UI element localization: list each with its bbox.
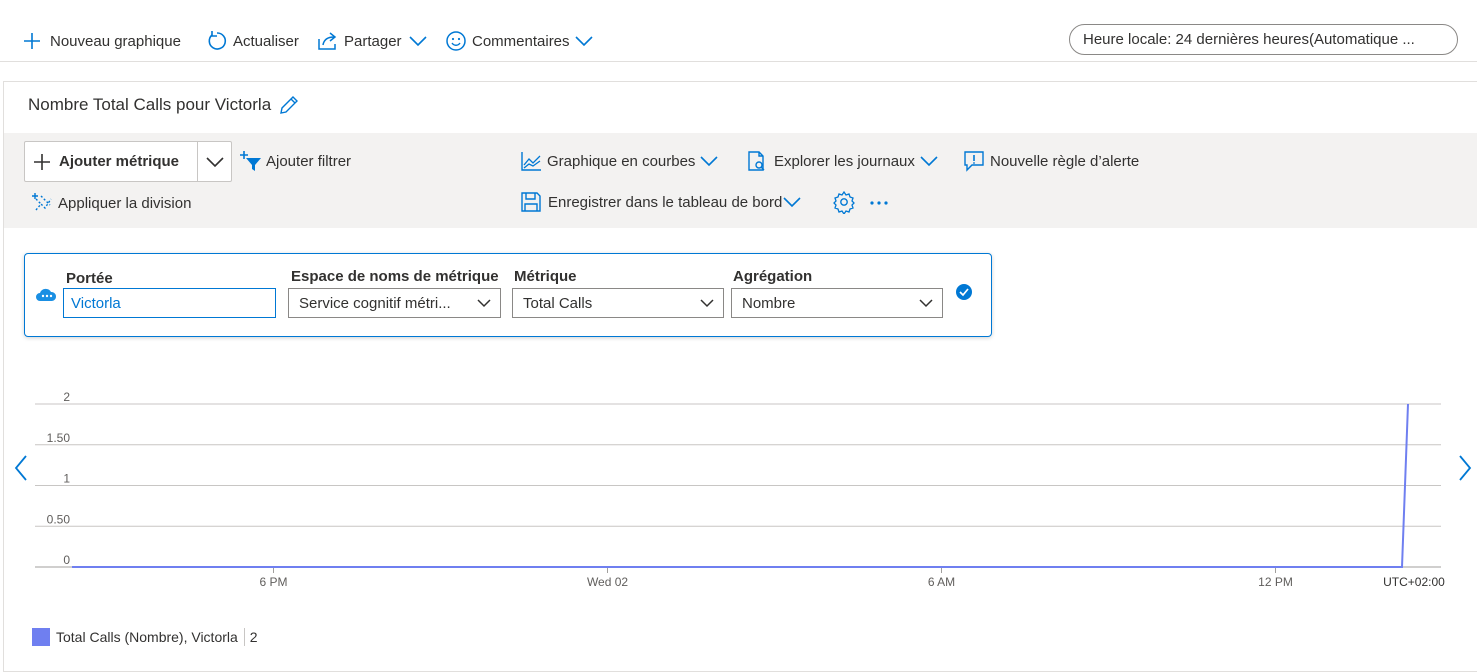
scope-input[interactable]: Victorla — [63, 288, 276, 318]
legend-swatch — [32, 628, 50, 646]
y-tick-label: 1.50 — [47, 431, 71, 445]
new-chart-label: Nouveau graphique — [50, 32, 181, 50]
x-tick-label: 6 PM — [260, 575, 288, 589]
time-range-label: Heure locale: 24 dernières heures(Automa… — [1083, 31, 1415, 48]
new-alert-rule-label: Nouvelle règle d’alerte — [990, 152, 1140, 170]
save-icon — [521, 192, 541, 212]
namespace-dropdown[interactable]: Service cognitif métri... — [288, 288, 501, 318]
plus-icon — [24, 33, 40, 49]
metric-selector: Portée Victorla Espace de noms de métriq… — [24, 253, 992, 337]
y-tick-label: 2 — [63, 390, 70, 404]
metric-label: Métrique — [514, 268, 577, 285]
chevron-down-icon — [783, 197, 801, 208]
settings-button[interactable] — [832, 190, 856, 214]
scope-value: Victorla — [71, 294, 121, 312]
metric-dropdown[interactable]: Total Calls — [512, 288, 724, 318]
add-metric-split-button: Ajouter métrique — [24, 141, 232, 182]
scope-label: Portée — [66, 270, 113, 287]
y-tick-label: 1 — [63, 472, 70, 486]
command-bar: Nouveau graphique Actualiser Partager Co… — [0, 0, 1477, 62]
y-tick-label: 0 — [63, 553, 70, 567]
chevron-down-icon — [408, 36, 427, 47]
save-dashboard-button[interactable]: Enregistrer dans le tableau de bord — [520, 190, 802, 214]
feedback-label: Commentaires — [472, 32, 570, 50]
namespace-value: Service cognitif métri... — [299, 294, 451, 312]
cognitive-service-icon — [36, 288, 57, 301]
alert-icon — [964, 151, 984, 172]
legend-divider — [243, 628, 245, 646]
chart-title: Nombre Total Calls pour Victorla — [28, 94, 300, 116]
time-range-picker[interactable]: Heure locale: 24 dernières heures(Automa… — [1069, 24, 1458, 55]
more-options-button[interactable] — [868, 190, 890, 214]
edit-pencil-icon[interactable] — [278, 94, 300, 116]
new-chart-button[interactable]: Nouveau graphique — [22, 28, 181, 54]
metric-chart: 0 0.50 1 1.50 2 6 PM Wed 02 6 AM 12 PM UTC+02:00 — [35, 390, 1445, 589]
chevron-down-icon — [574, 36, 593, 47]
metric-value: Total Calls — [523, 294, 593, 312]
chevron-down-icon — [700, 156, 719, 167]
add-filter-label: Ajouter filtrer — [266, 152, 352, 170]
apply-split-button[interactable]: Appliquer la division — [32, 191, 191, 215]
confirm-check-icon[interactable] — [955, 283, 973, 301]
line-chart-button[interactable]: Graphique en courbes — [520, 149, 719, 173]
legend-series-value: 2 — [249, 629, 258, 645]
chart-legend[interactable]: Total Calls (Nombre), Victorla 2 — [32, 628, 258, 646]
chevron-down-icon — [700, 299, 714, 308]
chevron-down-icon — [919, 299, 933, 308]
share-label: Partager — [344, 32, 402, 50]
gear-icon — [833, 190, 855, 214]
share-icon — [318, 32, 337, 50]
logs-icon — [748, 151, 765, 171]
legend-series-label: Total Calls (Nombre), Victorla — [56, 629, 238, 645]
namespace-label: Espace de noms de métrique — [291, 268, 499, 285]
explore-logs-label: Explorer les journaux — [774, 152, 915, 170]
save-dashboard-label: Enregistrer dans le tableau de bord — [548, 193, 783, 211]
split-icon — [32, 193, 52, 211]
x-tick-label: Wed 02 — [587, 575, 628, 589]
apply-split-label: Appliquer la division — [58, 194, 192, 212]
refresh-label: Actualiser — [233, 32, 299, 50]
add-metric-dropdown[interactable] — [198, 142, 231, 181]
add-metric-button[interactable]: Ajouter métrique — [25, 142, 198, 181]
aggregation-label: Agrégation — [733, 268, 813, 285]
plus-icon — [34, 153, 50, 170]
aggregation-value: Nombre — [742, 294, 796, 312]
explore-logs-button[interactable]: Explorer les journaux — [746, 149, 939, 173]
refresh-icon — [208, 31, 227, 50]
refresh-button[interactable]: Actualiser — [206, 28, 299, 54]
x-tick-label: 6 AM — [928, 575, 955, 589]
chevron-down-icon — [920, 156, 938, 167]
add-metric-label: Ajouter métrique — [59, 153, 180, 170]
add-filter-button[interactable]: Ajouter filtrer — [240, 149, 351, 173]
line-chart-label: Graphique en courbes — [547, 152, 696, 170]
chart-gridlines — [35, 403, 1441, 568]
smiley-icon — [446, 31, 466, 51]
chart-title-text: Nombre Total Calls pour Victorla — [28, 95, 272, 114]
new-alert-rule-button[interactable]: Nouvelle règle d’alerte — [963, 149, 1139, 173]
y-tick-label: 0.50 — [47, 512, 71, 526]
share-button[interactable]: Partager — [317, 28, 428, 54]
x-tick-label: 12 PM — [1258, 575, 1293, 589]
aggregation-dropdown[interactable]: Nombre — [731, 288, 943, 318]
timezone-label: UTC+02:00 — [1383, 575, 1445, 589]
chevron-down-icon — [205, 156, 224, 167]
x-axis-ticks: 6 PM Wed 02 6 AM 12 PM UTC+02:00 — [260, 567, 1445, 589]
feedback-button[interactable]: Commentaires — [445, 28, 594, 54]
chevron-down-icon — [477, 299, 491, 308]
y-axis-ticks: 0 0.50 1 1.50 2 — [47, 390, 71, 567]
ellipsis-icon — [870, 201, 888, 205]
line-chart-icon — [521, 152, 541, 171]
filter-add-icon — [240, 151, 261, 171]
